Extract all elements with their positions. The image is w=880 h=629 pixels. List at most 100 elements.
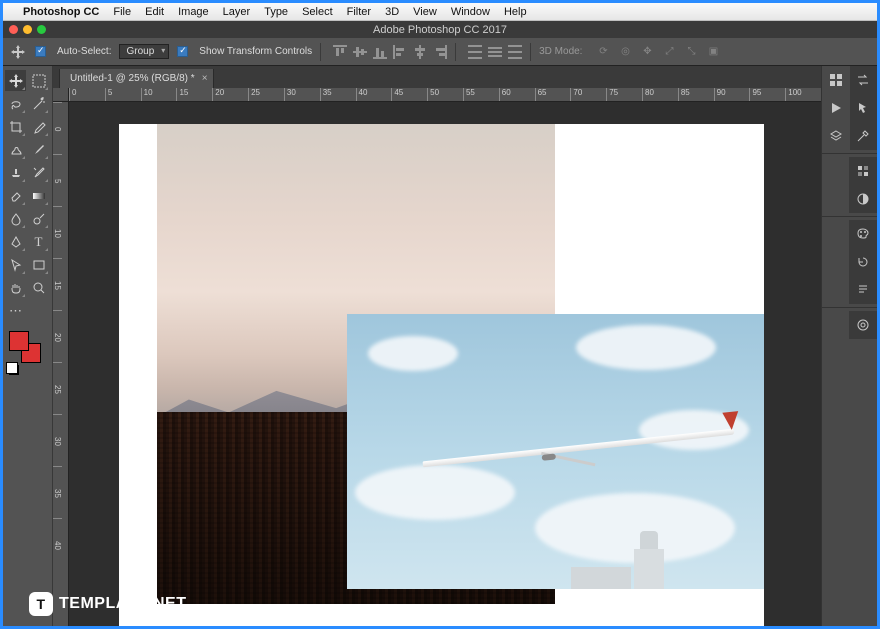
- panel-layers-icon[interactable]: [822, 122, 850, 150]
- window-title: Adobe Photoshop CC 2017: [3, 24, 877, 36]
- align-left-icon[interactable]: [393, 45, 407, 59]
- menu-type[interactable]: Type: [264, 6, 288, 18]
- menu-image[interactable]: Image: [178, 6, 209, 18]
- ruler-tick: 100: [785, 88, 821, 101]
- dist-top-icon[interactable]: [468, 45, 482, 59]
- hand-tool[interactable]: [5, 277, 26, 298]
- rect-marquee-tool[interactable]: [28, 70, 49, 91]
- healing-brush-tool[interactable]: [5, 139, 26, 160]
- artboard[interactable]: [119, 124, 764, 626]
- color-swatches[interactable]: [7, 329, 50, 365]
- macos-menubar: Photoshop CC File Edit Image Layer Type …: [3, 3, 877, 21]
- menu-window[interactable]: Window: [451, 6, 490, 18]
- menu-view[interactable]: View: [413, 6, 437, 18]
- ruler-tick: 10: [53, 206, 62, 258]
- scale-3d-icon[interactable]: ⤡: [684, 45, 698, 59]
- app-window: Adobe Photoshop CC 2017 Auto-Select: Gro…: [3, 21, 877, 626]
- roll-3d-icon[interactable]: ◎: [618, 45, 632, 59]
- placed-image-airplane[interactable]: [347, 314, 764, 589]
- align-top-icon[interactable]: [333, 45, 347, 59]
- options-bar: Auto-Select: Group Show Transform Contro…: [3, 38, 877, 66]
- ruler-tick: 70: [570, 88, 606, 101]
- foreground-color[interactable]: [9, 331, 29, 351]
- menu-filter[interactable]: Filter: [347, 6, 371, 18]
- menu-file[interactable]: File: [113, 6, 131, 18]
- align-vcenter-icon[interactable]: [353, 45, 367, 59]
- auto-select-dropdown[interactable]: Group: [119, 44, 169, 59]
- panel-grid-icon[interactable]: [822, 66, 850, 94]
- gradient-tool[interactable]: [28, 185, 49, 206]
- close-tab-icon[interactable]: ×: [202, 73, 208, 84]
- menu-help[interactable]: Help: [504, 6, 527, 18]
- canvas-viewport[interactable]: [69, 102, 821, 626]
- eyedropper-tool[interactable]: [28, 116, 49, 137]
- menu-3d[interactable]: 3D: [385, 6, 399, 18]
- auto-select-checkbox[interactable]: [35, 46, 46, 57]
- panel-history-icon[interactable]: [849, 248, 877, 276]
- close-window-button[interactable]: [9, 25, 18, 34]
- type-tool[interactable]: T: [28, 231, 49, 252]
- zoom-window-button[interactable]: [37, 25, 46, 34]
- move-tool[interactable]: [5, 70, 26, 91]
- eraser-tool[interactable]: [5, 185, 26, 206]
- panel-paragraph-icon[interactable]: [849, 276, 877, 304]
- ruler-tick: 30: [53, 414, 62, 466]
- separator: [455, 43, 456, 61]
- document-area: Untitled-1 @ 25% (RGB/8) * × 0 5 10 15 2…: [53, 66, 821, 626]
- right-panel-dock: [821, 66, 877, 626]
- ruler-tick: 35: [53, 466, 62, 518]
- rectangle-tool[interactable]: [28, 254, 49, 275]
- show-transform-checkbox[interactable]: [177, 46, 188, 57]
- ruler-tick: 95: [749, 88, 785, 101]
- slide-3d-icon[interactable]: ⤢: [662, 45, 676, 59]
- menu-layer[interactable]: Layer: [223, 6, 251, 18]
- ruler-tick: 75: [606, 88, 642, 101]
- ruler-tick: 80: [642, 88, 678, 101]
- orbit-3d-icon[interactable]: ⟳: [596, 45, 610, 59]
- dodge-tool[interactable]: [28, 208, 49, 229]
- watermark-badge-icon: T: [29, 592, 53, 616]
- watermark: T TEMPLATE.NET: [29, 592, 186, 616]
- clone-stamp-tool[interactable]: [5, 162, 26, 183]
- titlebar: Adobe Photoshop CC 2017: [3, 21, 877, 38]
- ruler-tick: 20: [53, 310, 62, 362]
- blur-tool[interactable]: [5, 208, 26, 229]
- pan-3d-icon[interactable]: ✥: [640, 45, 654, 59]
- ruler-origin[interactable]: [53, 88, 69, 102]
- move-tool-icon: [9, 43, 27, 61]
- minimize-window-button[interactable]: [23, 25, 32, 34]
- default-colors-icon[interactable]: [9, 365, 19, 375]
- crop-tool[interactable]: [5, 116, 26, 137]
- pen-tool[interactable]: [5, 231, 26, 252]
- panel-libraries-icon[interactable]: [849, 311, 877, 339]
- brush-tool[interactable]: [28, 139, 49, 160]
- menu-edit[interactable]: Edit: [145, 6, 164, 18]
- path-select-tool[interactable]: [5, 254, 26, 275]
- panel-swap-icon[interactable]: [850, 66, 878, 94]
- document-tab[interactable]: Untitled-1 @ 25% (RGB/8) * ×: [59, 69, 214, 88]
- align-right-icon[interactable]: [433, 45, 447, 59]
- edit-toolbar[interactable]: ⋯: [5, 300, 49, 321]
- panel-play-icon[interactable]: [822, 94, 850, 122]
- panel-tools-icon[interactable]: [850, 122, 878, 150]
- panel-pixel-icon[interactable]: [849, 157, 877, 185]
- history-brush-tool[interactable]: [28, 162, 49, 183]
- panel-cursor-icon[interactable]: [850, 94, 878, 122]
- vertical-ruler[interactable]: 0 5 10 15 20 25 30 35 40: [53, 102, 69, 626]
- panel-swatch-icon[interactable]: [849, 220, 877, 248]
- zoom-tool[interactable]: [28, 277, 49, 298]
- ruler-tick: 0: [53, 102, 62, 154]
- horizontal-ruler[interactable]: 0 5 10 15 20 25 30 35 40 45 50 55 60 65: [69, 88, 821, 102]
- app-menu[interactable]: Photoshop CC: [23, 6, 99, 18]
- tool-palette: T ⋯: [3, 66, 53, 626]
- align-bottom-icon[interactable]: [373, 45, 387, 59]
- dist-vcenter-icon[interactable]: [488, 45, 502, 59]
- menu-select[interactable]: Select: [302, 6, 333, 18]
- camera-3d-icon[interactable]: ▣: [706, 45, 720, 59]
- magic-wand-tool[interactable]: [28, 93, 49, 114]
- distribute-buttons: [468, 45, 522, 59]
- lasso-tool[interactable]: [5, 93, 26, 114]
- align-hcenter-icon[interactable]: [413, 45, 427, 59]
- dist-bottom-icon[interactable]: [508, 45, 522, 59]
- panel-adjust-icon[interactable]: [849, 185, 877, 213]
